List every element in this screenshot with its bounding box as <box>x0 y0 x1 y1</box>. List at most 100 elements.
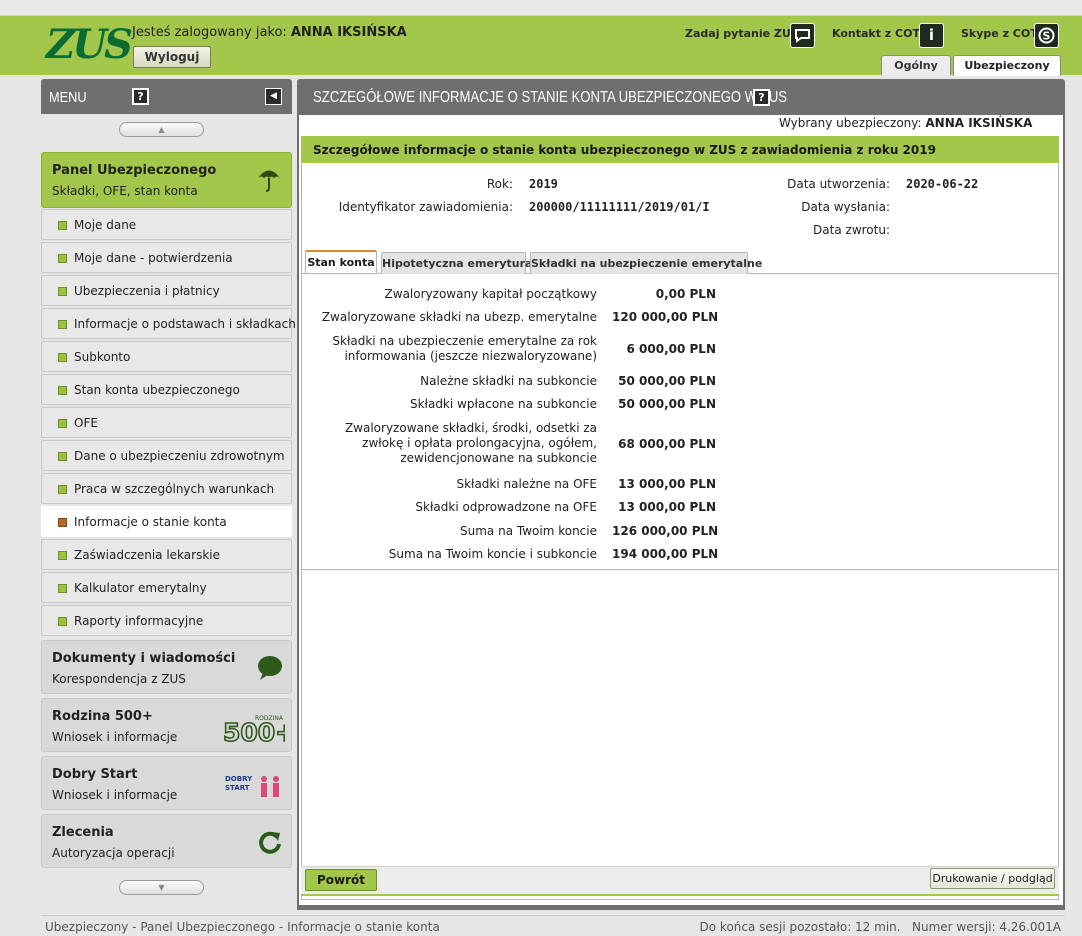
logged-prefix: Jesteś zalogowany jako: <box>132 25 287 40</box>
sidebar-item[interactable]: Informacje o stanie konta <box>41 506 292 537</box>
sidebar-item-label: Ubezpieczenia i płatnicy <box>74 284 220 298</box>
bullet-icon <box>58 287 67 296</box>
top-strip <box>0 0 1082 16</box>
contact-cot-link[interactable]: Kontakt z COT <box>832 27 920 40</box>
panel-documents[interactable]: Dokumenty i wiadomości Korespondencja z … <box>41 640 292 694</box>
panel-orders-title: Zlecenia <box>52 825 114 840</box>
row-label: Składki na ubezpieczenie emerytalne za r… <box>332 334 597 363</box>
sidebar-item[interactable]: Dane o ubezpieczeniu zdrowotnym <box>41 440 292 471</box>
skype-icon[interactable]: S <box>1034 23 1059 48</box>
sent-date-label: Data wysłania: <box>801 200 890 214</box>
umbrella-icon <box>255 165 283 196</box>
bullet-icon <box>58 518 67 527</box>
back-button[interactable]: Powrót <box>305 869 377 891</box>
chat-icon[interactable] <box>790 23 815 48</box>
sidebar-item[interactable]: Kalkulator emerytalny <box>41 572 292 603</box>
bullet-icon <box>58 353 67 362</box>
sidebar-item-label: Moje dane <box>74 218 137 232</box>
panel-documents-title: Dokumenty i wiadomości <box>52 651 236 666</box>
bullet-icon <box>58 419 67 428</box>
refresh-icon <box>257 829 283 858</box>
sidebar-item[interactable]: Moje dane - potwierdzenia <box>41 242 292 273</box>
row-value: 68 000,00 PLN <box>618 437 716 451</box>
row-value: 126 000,00 PLN <box>612 524 719 538</box>
sidebar-item[interactable]: Informacje o podstawach i składkach <box>41 308 296 339</box>
collapse-menu-icon[interactable]: ◀ <box>265 88 282 105</box>
bullet-icon <box>58 320 67 329</box>
year-label: Rok: <box>486 177 513 191</box>
row-value: 194 000,00 PLN <box>612 547 719 561</box>
row-label: Zwaloryzowane składki, środki, odsetki z… <box>344 421 597 465</box>
sidebar-item[interactable]: OFE <box>41 407 292 438</box>
row-label: Należne składki na subkoncie <box>420 374 597 388</box>
panel-good-start-subtitle: Wniosek i informacje <box>52 788 178 802</box>
row-label: Suma na Twoim koncie <box>460 524 597 538</box>
sidebar-item-label: Moje dane - potwierdzenia <box>74 251 233 265</box>
scroll-down-button[interactable]: ▼ <box>119 880 204 895</box>
page-help-icon[interactable]: ? <box>753 89 770 106</box>
sidebar-item[interactable]: Stan konta ubezpieczonego <box>41 374 292 405</box>
sidebar-item-label: OFE <box>74 416 98 430</box>
svg-text:S: S <box>1043 30 1051 43</box>
menu-title: MENU <box>49 89 87 106</box>
page-title: SZCZEGÓŁOWE INFORMACJE O STANIE KONTA UB… <box>313 89 788 106</box>
sidebar-item[interactable]: Subkonto <box>41 341 292 372</box>
tab-account-status[interactable]: Stan konta <box>305 250 377 273</box>
row-label: Suma na Twoim koncie i subkoncie <box>388 547 597 561</box>
breadcrumb: Ubezpieczony - Panel Ubezpieczonego - In… <box>45 920 440 934</box>
info-icon[interactable]: i <box>919 23 944 48</box>
sidebar-item-label: Praca w szczególnych warunkach <box>74 482 275 496</box>
panel-family-500[interactable]: Rodzina 500+ Wniosek i informacje RODZIN… <box>41 698 297 752</box>
panel-insured-title: Panel Ubezpieczonego <box>52 163 217 178</box>
skype-cot-link[interactable]: Skype z COT <box>961 27 1038 40</box>
panel-insured[interactable]: Panel Ubezpieczonego Składki, OFE, stan … <box>41 152 292 208</box>
sidebar-item[interactable]: Ubezpieczenia i płatnicy <box>41 275 292 306</box>
panel-orders[interactable]: Zlecenia Autoryzacja operacji <box>41 814 292 868</box>
year-value: 2019 <box>529 177 558 191</box>
tab-insured[interactable]: Ubezpieczony <box>953 55 1061 76</box>
ask-zus-link[interactable]: Zadaj pytanie ZUS <box>685 27 799 40</box>
panel-good-start[interactable]: Dobry Start Wniosek i informacje DOBRY ST… <box>41 756 292 810</box>
sidebar-item[interactable]: Moje dane <box>41 209 292 240</box>
svg-text:DOBRY: DOBRY <box>225 775 253 783</box>
dobry-start-logo: DOBRY START <box>223 771 285 801</box>
sidebar-item-label: Dane o ubezpieczeniu zdrowotnym <box>74 449 285 463</box>
sidebar-item[interactable]: Raporty informacyjne <box>41 605 292 636</box>
row-value: 120 000,00 PLN <box>612 310 719 324</box>
selected-insured-prefix: Wybrany ubezpieczony: <box>779 116 922 130</box>
selected-insured: Wybrany ubezpieczony: ANNA IKSIŃSKA <box>779 116 1032 130</box>
row-label: Składki odprowadzone na OFE <box>415 500 597 514</box>
bullet-icon <box>58 584 67 593</box>
bullet-icon <box>58 452 67 461</box>
sidebar-item[interactable]: Zaświadczenia lekarskie <box>41 539 292 570</box>
scroll-up-button[interactable]: ▲ <box>119 122 204 137</box>
tab-pension-contributions[interactable]: Składki na ubezpieczenie emerytalne <box>530 252 762 274</box>
menu-help-icon[interactable]: ? <box>132 88 149 105</box>
table-bottom-divider <box>301 569 1059 570</box>
bullet-icon <box>58 551 67 560</box>
row-label: Składki wpłacone na subkoncie <box>409 397 597 411</box>
tab-general[interactable]: Ogólny <box>881 55 951 75</box>
sidebar-item-label: Informacje o podstawach i składkach <box>74 317 296 331</box>
print-preview-button[interactable]: Drukowanie / podgląd <box>930 868 1055 889</box>
zus-logo[interactable]: ZUS <box>46 24 133 66</box>
panel-good-start-title: Dobry Start <box>52 767 138 782</box>
bullet-icon <box>58 386 67 395</box>
tab-hypothetical-pension[interactable]: Hipotetyczna emerytura <box>381 252 532 274</box>
returned-date-label: Data zwrotu: <box>813 223 890 237</box>
row-value: 50 000,00 PLN <box>618 374 716 388</box>
sidebar-item-label: Subkonto <box>74 350 131 364</box>
sidebar-item-label: Stan konta ubezpieczonego <box>74 383 240 397</box>
main-header: SZCZEGÓŁOWE INFORMACJE O STANIE KONTA UB… <box>297 79 1065 115</box>
svg-text:500+: 500+ <box>223 718 285 743</box>
row-label: Zwaloryzowane składki na ubezp. emerytal… <box>321 310 597 324</box>
row-label: Składki należne na OFE <box>456 477 597 491</box>
notice-id-value: 200000/11111111/2019/01/I <box>529 200 710 214</box>
row-value: 13 000,00 PLN <box>618 500 716 514</box>
message-bubble-icon <box>255 655 283 684</box>
bullet-icon <box>58 485 67 494</box>
panel-family-500-subtitle: Wniosek i informacje <box>52 730 178 744</box>
rodzina-500-logo: RODZINA500+ <box>222 713 297 748</box>
sidebar-item[interactable]: Praca w szczególnych warunkach <box>41 473 292 504</box>
logout-button[interactable]: Wyloguj <box>133 46 211 68</box>
